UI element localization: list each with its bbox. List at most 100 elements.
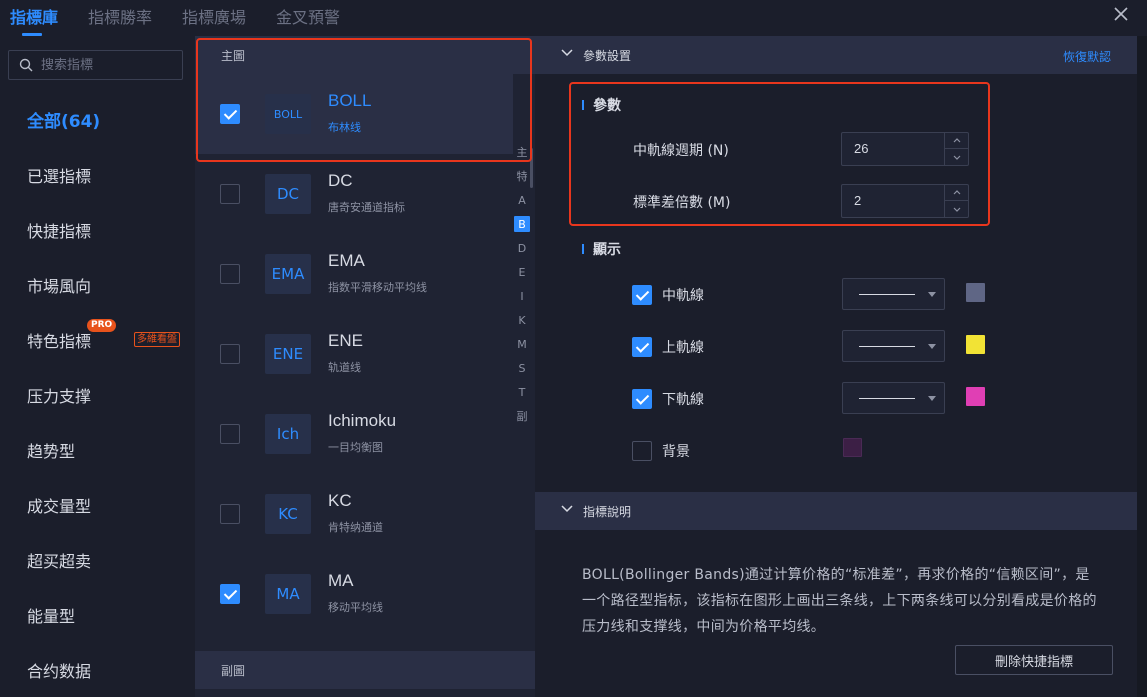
alphabet-index: 主 特 A B D E I K M S T 副 — [513, 140, 531, 428]
category-market-trend[interactable]: 市場風向 — [0, 257, 195, 312]
indicator-checkbox-kc[interactable] — [220, 504, 240, 524]
search-input[interactable] — [41, 56, 176, 74]
middle-line-checkbox[interactable] — [632, 285, 652, 305]
close-button[interactable] — [1109, 2, 1133, 26]
stepper-down-button[interactable] — [945, 149, 968, 165]
accent-bar — [582, 100, 584, 110]
category-trend[interactable]: 趋势型 — [0, 422, 195, 477]
alpha-index-item[interactable]: M — [513, 332, 531, 356]
category-contract-data[interactable]: 合约数据 — [0, 642, 195, 697]
alpha-index-item[interactable]: S — [513, 356, 531, 380]
indicator-name: MA — [328, 571, 354, 590]
close-icon — [1114, 7, 1128, 21]
category-featured-label: 特色指標 — [27, 331, 92, 351]
tab-indicator-plaza[interactable]: 指標廣場 — [182, 4, 246, 28]
category-quick[interactable]: 快捷指標 — [0, 202, 195, 257]
multiplier-stepper[interactable] — [841, 184, 969, 218]
indicator-row-ma[interactable]: MA MA 移动平均线 — [195, 554, 513, 634]
list-scrollbar[interactable] — [530, 148, 533, 188]
alpha-index-item[interactable]: 特 — [513, 164, 531, 188]
stepper-down-button[interactable] — [945, 201, 968, 217]
indicator-checkbox-boll[interactable] — [220, 104, 240, 124]
alpha-index-item[interactable]: A — [513, 188, 531, 212]
upper-line-color-swatch[interactable] — [966, 335, 985, 354]
reset-default-link[interactable]: 恢復默認 — [1063, 48, 1111, 65]
category-selected[interactable]: 已選指標 — [0, 147, 195, 202]
category-overbought-oversold[interactable]: 超买超卖 — [0, 532, 195, 587]
multi-view-tag: 多維看盤 — [134, 332, 180, 347]
period-stepper[interactable] — [841, 132, 969, 166]
caret-up-icon — [953, 190, 960, 195]
indicator-row-ene[interactable]: ENE ENE 轨道线 — [195, 314, 513, 394]
tab-golden-cross-alert[interactable]: 金叉預警 — [276, 4, 340, 28]
category-energy[interactable]: 能量型 — [0, 587, 195, 642]
indicator-checkbox-ene[interactable] — [220, 344, 240, 364]
indicator-row-ema[interactable]: EMA EMA 指数平滑移动平均线 — [195, 234, 513, 314]
stepper-up-button[interactable] — [945, 185, 968, 201]
alpha-index-item[interactable]: 副 — [513, 404, 531, 428]
indicator-checkbox-dc[interactable] — [220, 184, 240, 204]
param-label-period: 中軌線週期 (N) — [633, 143, 729, 159]
category-support-resistance[interactable]: 压力支撑 — [0, 367, 195, 422]
background-checkbox[interactable] — [632, 441, 652, 461]
indicator-name: DC — [328, 171, 353, 190]
stepper-up-button[interactable] — [945, 133, 968, 149]
search-icon — [19, 58, 33, 72]
category-featured[interactable]: 特色指標 PRO 多維看盤 — [0, 312, 195, 367]
sub-chart-section-header: 副圖 — [195, 651, 535, 689]
indicator-checkbox-ema[interactable] — [220, 264, 240, 284]
params-group-title: 參數 — [582, 95, 621, 115]
indicator-desc: 布林线 — [328, 121, 361, 134]
category-volume[interactable]: 成交量型 — [0, 477, 195, 532]
tab-indicator-library[interactable]: 指標庫 — [10, 4, 58, 28]
alpha-index-item[interactable]: D — [513, 236, 531, 260]
indicator-name: BOLL — [328, 91, 372, 110]
lower-line-label: 下軌線 — [662, 392, 704, 408]
category-all[interactable]: 全部(64) — [0, 92, 195, 147]
dropdown-caret-icon — [928, 396, 936, 401]
display-group-label: 顯示 — [593, 242, 621, 258]
indicator-desc: 一目均衡图 — [328, 441, 383, 454]
stepper-arrows — [944, 133, 968, 165]
display-group-title: 顯示 — [582, 239, 621, 259]
indicator-checkbox-ma[interactable] — [220, 584, 240, 604]
ma-icon: MA — [265, 574, 311, 614]
param-label-multiplier: 標準差倍數 (M) — [633, 195, 731, 211]
indicator-row-dc[interactable]: DC DC 唐奇安通道指标 — [195, 154, 513, 234]
right-edge-strip — [1137, 36, 1147, 697]
indicator-row-ichimoku[interactable]: Ich Ichimoku 一目均衡图 — [195, 394, 513, 474]
middle-line-style-select[interactable] — [842, 278, 945, 310]
period-input[interactable] — [854, 141, 934, 156]
delete-quick-indicator-button[interactable]: 刪除快捷指標 — [955, 645, 1113, 675]
background-color-swatch[interactable] — [843, 438, 862, 457]
settings-panel: 參數設置 恢復默認 參數 中軌線週期 (N) 標準差倍數 (M) 顯示 中軌線 … — [535, 36, 1147, 697]
lower-line-checkbox[interactable] — [632, 389, 652, 409]
middle-line-color-swatch[interactable] — [966, 283, 985, 302]
indicator-desc-header[interactable]: 指標說明 — [535, 492, 1137, 530]
params-settings-header[interactable]: 參數設置 恢復默認 — [535, 36, 1137, 74]
alpha-index-item[interactable]: E — [513, 260, 531, 284]
lower-line-style-select[interactable] — [842, 382, 945, 414]
tab-indicator-win-rate[interactable]: 指標勝率 — [88, 4, 152, 28]
top-tab-bar: 指標庫 指標勝率 指標廣場 金叉預警 — [0, 0, 1147, 36]
alpha-index-item[interactable]: K — [513, 308, 531, 332]
alpha-index-item-active[interactable]: B — [514, 216, 530, 232]
indicator-name: EMA — [328, 251, 365, 270]
boll-icon: BOLL — [265, 94, 311, 134]
background-label: 背景 — [662, 444, 690, 460]
indicator-desc: 轨道线 — [328, 361, 361, 374]
indicator-row-kc[interactable]: KC KC 肯特纳通道 — [195, 474, 513, 554]
category-sidebar: 全部(64) 已選指標 快捷指標 市場風向 特色指標 PRO 多維看盤 压力支撑… — [0, 36, 195, 697]
indicator-desc: 肯特纳通道 — [328, 521, 383, 534]
upper-line-style-select[interactable] — [842, 330, 945, 362]
alpha-index-item[interactable]: 主 — [513, 140, 531, 164]
multiplier-input[interactable] — [854, 193, 934, 208]
indicator-row-boll[interactable]: BOLL BOLL 布林线 — [195, 74, 513, 154]
alpha-index-item[interactable]: I — [513, 284, 531, 308]
upper-line-checkbox[interactable] — [632, 337, 652, 357]
indicator-desc: 移动平均线 — [328, 601, 383, 614]
lower-line-color-swatch[interactable] — [966, 387, 985, 406]
indicator-checkbox-ichimoku[interactable] — [220, 424, 240, 444]
chevron-down-icon — [561, 505, 573, 513]
alpha-index-item[interactable]: T — [513, 380, 531, 404]
